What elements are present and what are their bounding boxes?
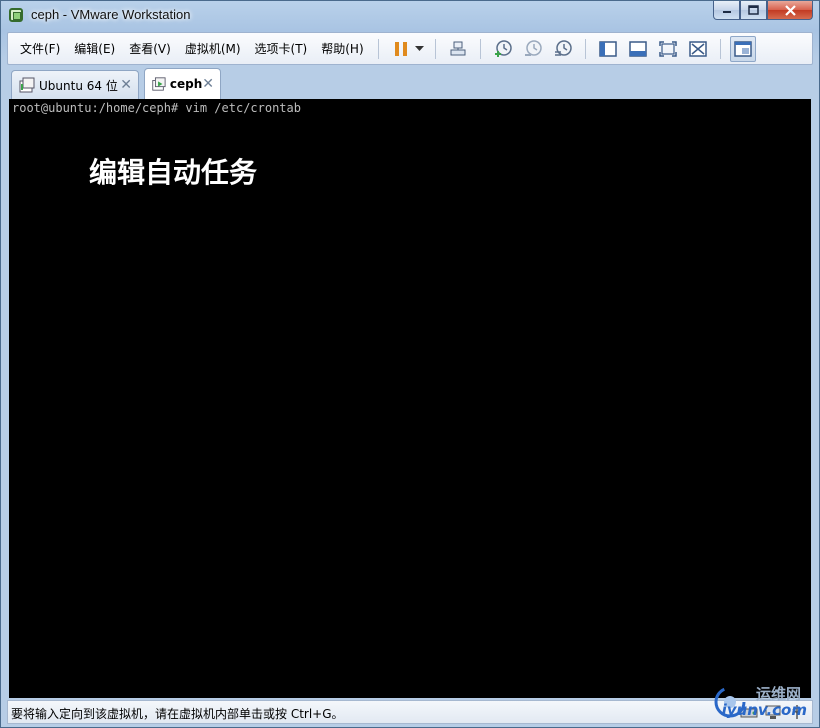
close-button[interactable] [767, 1, 813, 20]
snapshot-take-icon [494, 39, 512, 57]
minimize-icon [722, 11, 731, 13]
tab-label: Ubuntu 64 位 [39, 78, 118, 93]
unity-button[interactable] [685, 36, 711, 62]
toolbar-separator [434, 38, 436, 59]
pause-button[interactable] [388, 36, 414, 62]
site-watermark: 运维网 iyunv.com [709, 683, 809, 727]
snapshot-revert-icon [524, 39, 542, 56]
watermark-en-text: iyunv.com [721, 701, 807, 719]
snapshot-revert-button[interactable] [520, 36, 546, 62]
vm-console-screen[interactable]: root@ubuntu:/home/ceph# vim /etc/crontab… [9, 99, 811, 698]
menu-toolbar: 文件(F) 编辑(E) 查看(V) 虚拟机(M) 选项卡(T) 帮助(H) [7, 32, 813, 65]
tab-label: ceph [169, 77, 203, 91]
thumbnail-bar-icon [628, 40, 647, 57]
toolbar-separator [719, 38, 721, 59]
menu-tabs[interactable]: 选项卡(T) [248, 40, 315, 57]
menu-file[interactable]: 文件(F) [8, 40, 67, 57]
annotation-caption: 编辑自动任务 [89, 156, 258, 189]
menu-view[interactable]: 查看(V) [122, 40, 178, 57]
window-title: ceph - VMware Workstation [31, 7, 191, 22]
unity-icon [688, 40, 707, 57]
vm-icon [152, 77, 166, 91]
vmware-app-icon [9, 8, 23, 22]
console-view-button[interactable] [729, 35, 756, 62]
power-dropdown-button[interactable] [414, 36, 426, 62]
menu-edit[interactable]: 编辑(E) [67, 40, 122, 57]
title-bar: ceph - VMware Workstation [1, 1, 819, 31]
tab-ceph[interactable]: ceph ✕ [144, 68, 221, 99]
console-view-icon [733, 40, 752, 57]
minimize-button[interactable] [713, 1, 740, 20]
toolbar-separator [584, 38, 586, 59]
status-message: 要将输入定向到该虚拟机，请在虚拟机内部单击或按 Ctrl+G。 [11, 707, 344, 721]
close-icon [784, 4, 796, 16]
close-tab-icon[interactable]: ✕ [120, 77, 132, 93]
close-tab-icon[interactable]: ✕ [202, 76, 214, 92]
toolbar-separator [479, 38, 481, 59]
status-bar: 要将输入定向到该虚拟机，请在虚拟机内部单击或按 Ctrl+G。 [7, 700, 813, 724]
tab-ubuntu-64[interactable]: Ubuntu 64 位 ✕ [11, 70, 139, 99]
menu-help[interactable]: 帮助(H) [314, 40, 370, 57]
fullscreen-button[interactable] [655, 36, 681, 62]
show-library-icon [598, 40, 617, 57]
fullscreen-icon [658, 40, 677, 57]
thumbnail-bar-button[interactable] [625, 36, 651, 62]
send-ctrl-alt-del-button[interactable] [445, 36, 471, 62]
window-controls [713, 1, 813, 21]
pause-icon [394, 41, 407, 56]
maximize-icon [748, 5, 759, 15]
vmware-window: ceph - VMware Workstation 文件(F) 编辑(E) 查看… [0, 0, 820, 728]
show-library-button[interactable] [595, 36, 621, 62]
vm-tab-bar: Ubuntu 64 位 ✕ ceph ✕ [7, 68, 813, 99]
send-ctrl-alt-del-icon [450, 41, 466, 55]
snapshot-manager-button[interactable] [550, 36, 576, 62]
toolbar-separator [377, 38, 379, 59]
dropdown-arrow-icon [415, 45, 425, 51]
snapshot-take-button[interactable] [490, 36, 516, 62]
menu-vm[interactable]: 虚拟机(M) [178, 40, 248, 57]
maximize-button[interactable] [740, 1, 767, 20]
snapshot-manager-icon [554, 39, 572, 56]
terminal-command-line: root@ubuntu:/home/ceph# vim /etc/crontab [12, 101, 301, 115]
vm-icon [19, 77, 35, 93]
